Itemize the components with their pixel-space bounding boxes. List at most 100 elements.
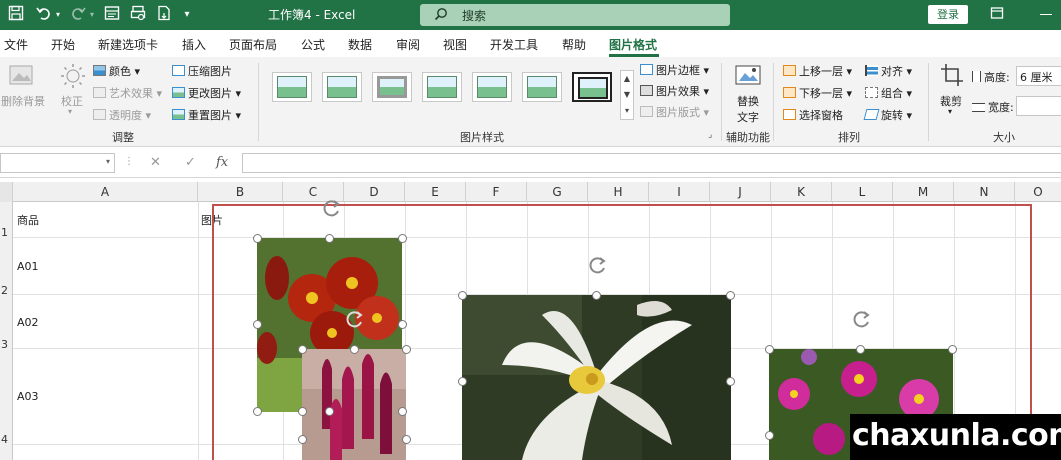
resize-handle[interactable] <box>253 320 262 329</box>
resize-handle[interactable] <box>726 377 735 386</box>
column-header-f[interactable]: F <box>466 182 527 202</box>
resize-handle[interactable] <box>398 320 407 329</box>
tab-developer[interactable]: 开发工具 <box>490 36 538 53</box>
change-picture-button[interactable]: 更改图片 ▾ <box>172 85 241 101</box>
tab-help[interactable]: 帮助 <box>562 36 586 53</box>
resize-handle[interactable] <box>350 345 359 354</box>
picture-style-2[interactable] <box>322 72 362 102</box>
tab-insert[interactable]: 插入 <box>182 36 206 53</box>
confirm-icon[interactable]: ✓ <box>185 155 196 170</box>
cell-a1[interactable]: 商品 <box>17 212 39 228</box>
send-backward-button[interactable]: 下移一层 ▾ <box>783 85 852 101</box>
remove-background-button[interactable]: 删除背景 <box>1 93 45 109</box>
transparency-button[interactable]: 透明度 ▾ <box>93 107 151 123</box>
select-all-corner[interactable] <box>0 182 13 202</box>
column-header-h[interactable]: H <box>588 182 649 202</box>
resize-handle[interactable] <box>398 407 407 416</box>
width-input[interactable] <box>1016 96 1061 116</box>
picture-style-1[interactable] <box>272 72 312 102</box>
cell-a2[interactable]: A01 <box>17 260 39 273</box>
column-header-o[interactable]: O <box>1015 182 1061 202</box>
print-preview-icon[interactable] <box>128 5 148 25</box>
color-button[interactable]: 颜色 ▾ <box>93 63 140 79</box>
artistic-effects-button[interactable]: 艺术效果 ▾ <box>93 85 162 101</box>
picture-layout-button[interactable]: 图片版式 ▾ <box>640 104 709 120</box>
picture-pink-tulips[interactable] <box>302 349 406 460</box>
resize-handle[interactable] <box>298 407 307 416</box>
redo-dropdown-icon[interactable]: ▾ <box>88 5 96 25</box>
resize-handle[interactable] <box>325 234 334 243</box>
rotate-button[interactable]: 旋转 ▾ <box>863 107 912 123</box>
tab-picture-format[interactable]: 图片格式 <box>609 36 657 53</box>
column-header-n[interactable]: N <box>954 182 1015 202</box>
picture-style-5[interactable] <box>472 72 512 102</box>
row-header-3[interactable]: 3 <box>0 338 13 351</box>
picture-effects-button[interactable]: 图片效果 ▾ <box>640 83 709 99</box>
tab-new-tab[interactable]: 新建选项卡 <box>98 36 158 53</box>
resize-handle[interactable] <box>253 234 262 243</box>
align-button[interactable]: 对齐 ▾ <box>865 63 912 79</box>
picture-border-button[interactable]: 图片边框 ▾ <box>640 62 709 78</box>
undo-icon[interactable] <box>34 5 54 25</box>
column-header-k[interactable]: K <box>771 182 832 202</box>
column-header-l[interactable]: L <box>832 182 893 202</box>
tab-home[interactable]: 开始 <box>51 36 75 53</box>
export-icon[interactable] <box>154 5 174 25</box>
picture-white-lily[interactable] <box>462 295 731 460</box>
insert-function-icon[interactable]: fx <box>216 155 228 170</box>
compress-pictures-button[interactable]: 压缩图片 <box>172 63 232 79</box>
row-header-1[interactable]: 1 <box>0 226 13 239</box>
resize-handle[interactable] <box>402 435 411 444</box>
login-button[interactable]: 登录 <box>928 5 968 24</box>
tab-review[interactable]: 审阅 <box>396 36 420 53</box>
resize-handle[interactable] <box>592 291 601 300</box>
rotate-handle-icon[interactable] <box>322 198 342 218</box>
customize-qat-icon[interactable]: ▾ <box>182 5 192 25</box>
ribbon-display-icon[interactable] <box>990 6 1004 24</box>
picture-style-7[interactable] <box>572 72 612 102</box>
resize-handle[interactable] <box>298 435 307 444</box>
column-header-g[interactable]: G <box>527 182 588 202</box>
column-header-m[interactable]: M <box>893 182 954 202</box>
alt-text-button[interactable]: 替换 文字 <box>737 93 759 125</box>
redo-icon[interactable] <box>68 5 88 25</box>
column-header-b[interactable]: B <box>198 182 283 202</box>
name-box-dropdown-icon[interactable]: ▾ <box>106 157 110 166</box>
formula-input[interactable] <box>242 153 1061 173</box>
resize-handle[interactable] <box>402 345 411 354</box>
cell-a3[interactable]: A02 <box>17 316 39 329</box>
column-header-a[interactable]: A <box>13 182 198 202</box>
tab-formulas[interactable]: 公式 <box>301 36 325 53</box>
undo-dropdown-icon[interactable]: ▾ <box>54 5 62 25</box>
resize-handle[interactable] <box>398 234 407 243</box>
rotate-handle-icon[interactable] <box>345 309 365 329</box>
rotate-handle-icon[interactable] <box>852 309 872 329</box>
column-header-d[interactable]: D <box>344 182 405 202</box>
picture-style-6[interactable] <box>522 72 562 102</box>
name-box[interactable]: ▾ <box>0 153 115 173</box>
resize-handle[interactable] <box>325 407 334 416</box>
row-header-4[interactable]: 4 <box>0 433 13 446</box>
column-header-j[interactable]: J <box>710 182 771 202</box>
resize-handle[interactable] <box>948 345 957 354</box>
height-input[interactable]: 6 厘米 <box>1016 66 1061 86</box>
cancel-icon[interactable]: ✕ <box>150 155 161 170</box>
row-header-2[interactable]: 2 <box>0 284 13 297</box>
selection-pane-button[interactable]: 选择窗格 <box>783 107 843 123</box>
minimize-icon[interactable] <box>1040 14 1052 15</box>
tab-file[interactable]: 文件 <box>4 36 28 53</box>
cell-a4[interactable]: A03 <box>17 390 39 403</box>
column-header-e[interactable]: E <box>405 182 466 202</box>
form-icon[interactable] <box>102 5 122 25</box>
save-icon[interactable] <box>6 5 26 25</box>
resize-handle[interactable] <box>458 291 467 300</box>
column-header-i[interactable]: I <box>649 182 710 202</box>
tab-view[interactable]: 视图 <box>443 36 467 53</box>
rotate-handle-icon[interactable] <box>588 255 608 275</box>
dialog-launcher-icon[interactable]: ⌟ <box>708 130 712 140</box>
bring-forward-button[interactable]: 上移一层 ▾ <box>783 63 852 79</box>
resize-handle[interactable] <box>458 377 467 386</box>
resize-handle[interactable] <box>298 345 307 354</box>
picture-styles-scroll[interactable]: ▲ ▼ ▾ <box>620 70 634 120</box>
picture-style-4[interactable] <box>422 72 462 102</box>
